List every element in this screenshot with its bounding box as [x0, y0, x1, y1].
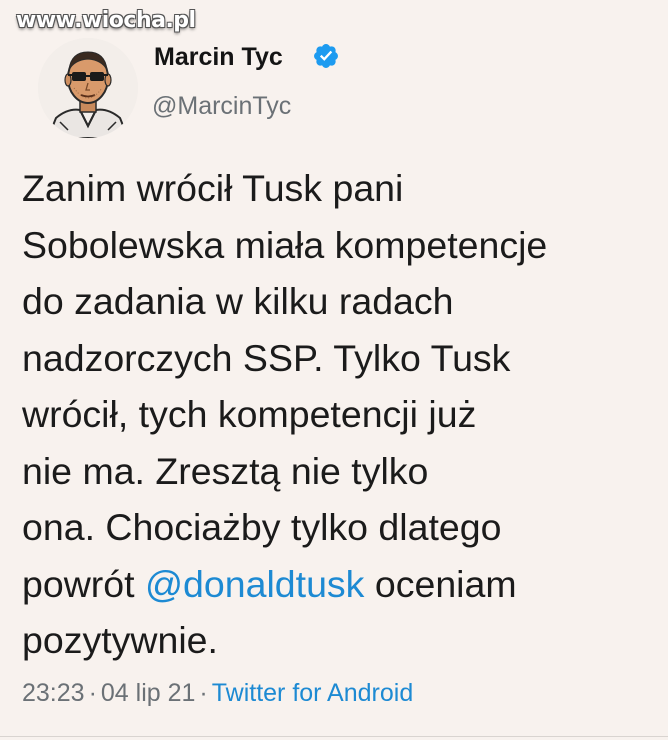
tweet-line: wrócił, tych kompetencji już: [22, 393, 477, 435]
tweet-text-segment: powrót: [22, 562, 145, 605]
tweet-line: nadzorczych SSP. Tylko Tusk: [22, 336, 511, 379]
tweet-header: Marcin Tyc @MarcinTyc: [38, 38, 638, 148]
tweet-date[interactable]: 04 lip 21: [101, 679, 196, 707]
tweet-time[interactable]: 23:23: [22, 679, 85, 707]
tweet-source-link[interactable]: Twitter for Android: [212, 679, 413, 707]
tweet-text-segment: oceniam: [364, 562, 517, 605]
tweet-line-with-mention: powrót @donaldtusk oceniam: [22, 556, 652, 613]
tweet-line: nie ma. Zresztą nie tylko: [22, 449, 429, 492]
meta-separator: ·: [199, 679, 208, 707]
avatar-cartoon-icon: [38, 38, 138, 138]
tweet-text: Zanim wrócił Tusk pani Sobolewska miała …: [22, 160, 652, 669]
verified-badge-icon: [314, 44, 338, 68]
tweet-line: ona. Chociażby tylko dlatego: [22, 506, 502, 548]
tweet-line: do zadania w kilku radach: [22, 280, 454, 322]
bottom-divider: [0, 736, 668, 737]
watermark-text: www.wiocha.pl: [16, 8, 196, 33]
tweet-meta: 23:23 · 04 lip 21 · Twitter for Android: [22, 679, 413, 708]
author-name[interactable]: Marcin Tyc: [154, 43, 283, 72]
tweet-line: Sobolewska miała kompetencje: [22, 223, 548, 266]
avatar[interactable]: [38, 38, 138, 138]
mention-link[interactable]: @donaldtusk: [145, 563, 364, 605]
author-handle[interactable]: @MarcinTyc: [152, 92, 291, 121]
meta-separator: ·: [88, 679, 97, 707]
tweet-line: pozytywnie.: [22, 619, 218, 661]
tweet-line: Zanim wrócił Tusk pani: [22, 167, 404, 209]
